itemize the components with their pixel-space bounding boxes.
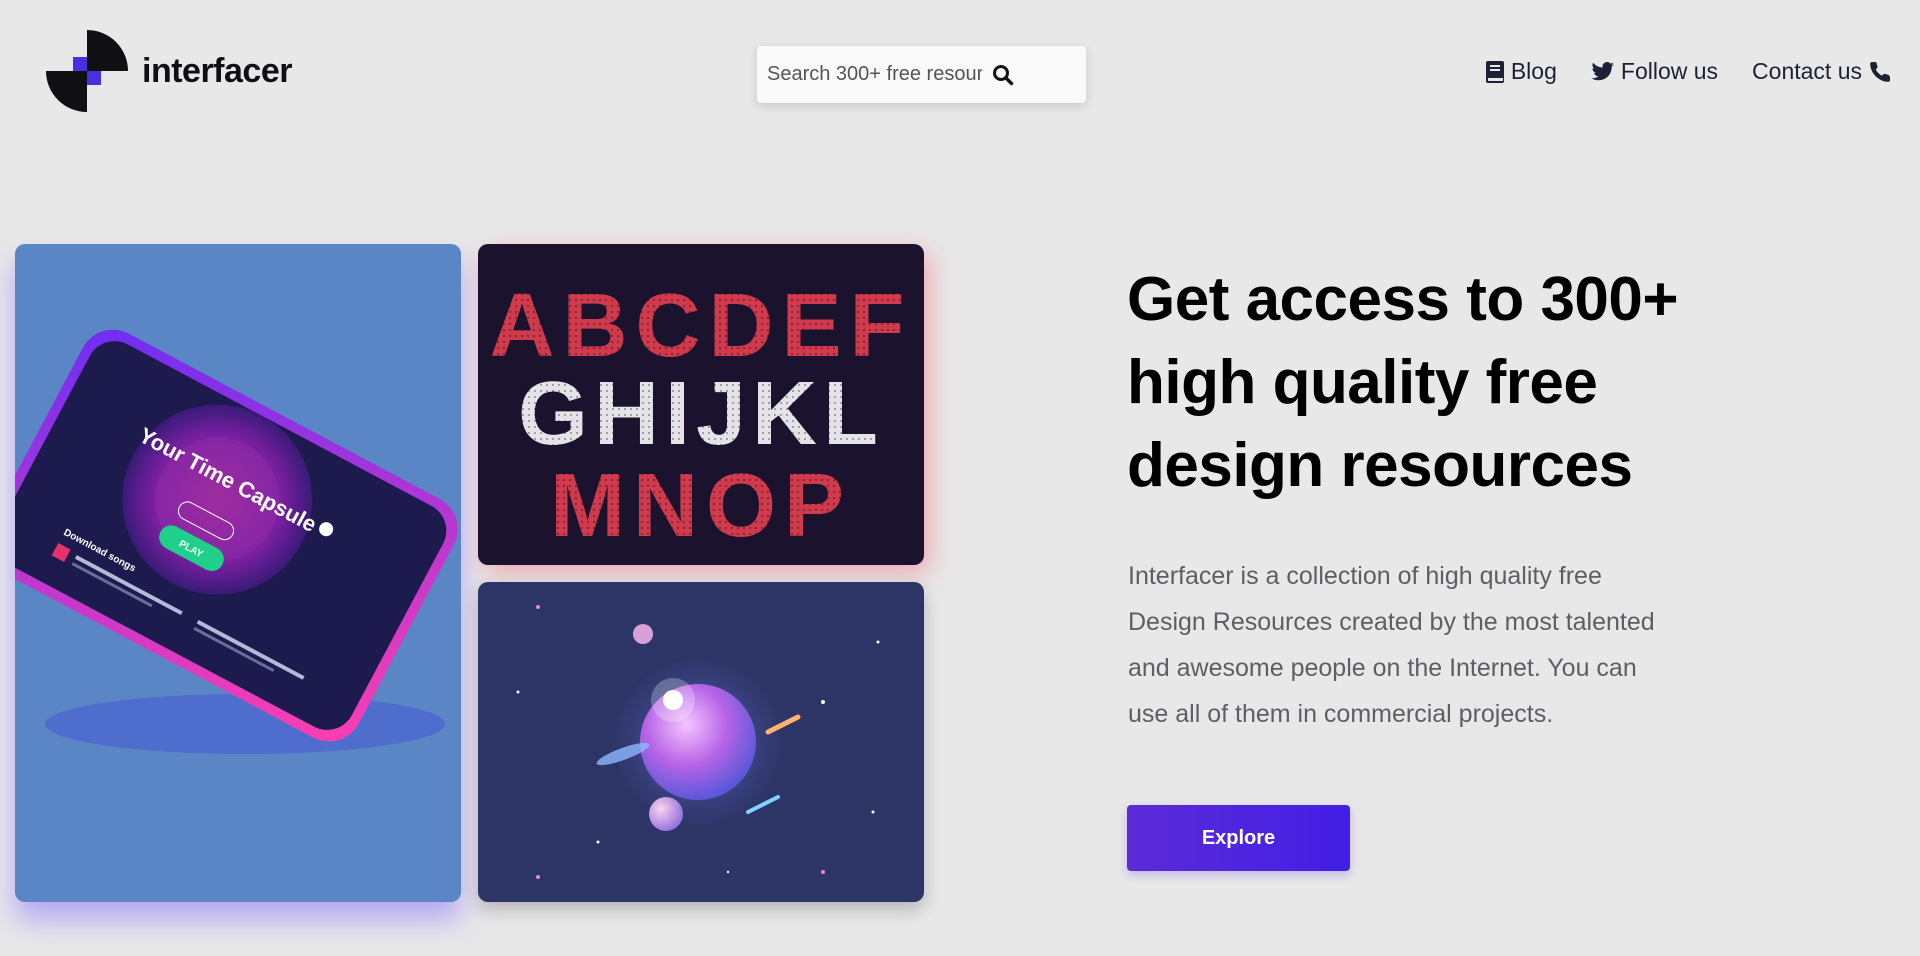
hero-description-line-3: and awesome people on the Internet. You …: [1128, 654, 1637, 682]
phone-mockup-image: Your Time Capsule PLAY Download songs: [15, 329, 458, 754]
font-preview-image: ABCDEF GHIJKL MNOP: [490, 276, 913, 556]
hero-title: Get access to 300+ high quality free des…: [1127, 258, 1827, 507]
book-icon: [1485, 60, 1504, 83]
explore-button[interactable]: Explore: [1127, 805, 1350, 871]
hero-description-line-1: Interfacer is a collection of high quali…: [1128, 562, 1602, 590]
nav-blog-link[interactable]: Blog: [1485, 58, 1557, 85]
search-input[interactable]: [767, 63, 982, 86]
font-row-3: MNOP: [550, 456, 852, 556]
search-icon: [993, 64, 1014, 85]
phone-mockup-card[interactable]: Your Time Capsule PLAY Download songs: [15, 244, 461, 902]
font-preview-card[interactable]: ABCDEF GHIJKL MNOP: [478, 244, 924, 565]
nav-contact-link[interactable]: Contact us: [1752, 58, 1892, 85]
brand-logo[interactable]: interfacer: [46, 30, 292, 112]
twitter-icon: [1591, 61, 1614, 80]
interfacer-logo-icon: [46, 30, 128, 112]
nav-follow-link[interactable]: Follow us: [1591, 58, 1718, 85]
nav-follow-label: Follow us: [1620, 58, 1719, 84]
hero-description-line-2: Design Resources created by the most tal…: [1128, 608, 1655, 636]
hero-title-line-2: high quality free: [1127, 348, 1598, 417]
hero-description-line-4: use all of them in commercial projects.: [1128, 700, 1554, 728]
phone-icon: [1870, 61, 1890, 82]
hero-title-line-1: Get access to 300+: [1127, 265, 1679, 334]
nav-contact-label: Contact us: [1752, 58, 1862, 84]
search-box: [757, 46, 1086, 103]
top-nav: Blog Follow us Contact us: [1451, 58, 1892, 85]
font-row-1: ABCDEF: [490, 276, 913, 376]
nav-blog-label: Blog: [1510, 58, 1557, 84]
space-illustration-image: [516, 605, 880, 879]
search-button[interactable]: [990, 62, 1016, 88]
font-row-2: GHIJKL: [518, 364, 884, 464]
hero-title-line-3: design resources: [1127, 431, 1633, 500]
space-illustration-card[interactable]: [478, 582, 924, 902]
site-header: interfacer Blog Follow us: [0, 0, 1920, 150]
brand-name: interfacer: [142, 51, 292, 90]
hero-description: Interfacer is a collection of high quali…: [1128, 553, 1708, 737]
